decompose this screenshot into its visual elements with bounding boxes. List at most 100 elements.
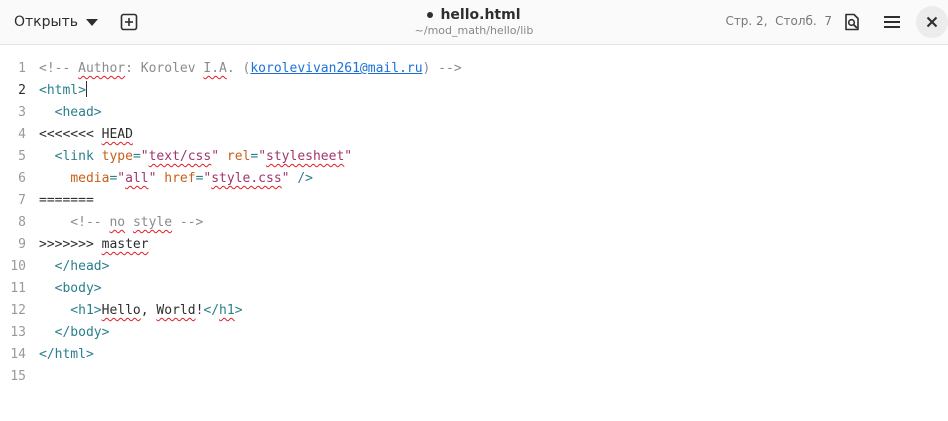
code-line[interactable]: 14 </html>	[0, 344, 948, 366]
code-token: =======	[39, 193, 94, 208]
code-token: "	[281, 171, 298, 186]
text-cursor	[85, 81, 87, 97]
code-token: >	[234, 303, 243, 318]
code-line[interactable]: 11 <body>	[0, 278, 948, 300]
line-code: <body>	[39, 278, 102, 300]
code-token: href	[164, 171, 196, 186]
line-number: 3	[18, 105, 26, 120]
text-editor-window: Открыть hello.html ~/mod_math/hello/lib …	[0, 0, 948, 421]
code-line[interactable]: 7 =======	[0, 190, 948, 212]
line-code: </html>	[39, 344, 94, 366]
code-token: media	[70, 171, 110, 186]
misspelled-word: stylesheet	[266, 149, 345, 164]
line-number: 14	[10, 347, 26, 362]
misspelled-word: style.css	[211, 171, 282, 186]
code-token: <h1>	[39, 303, 102, 318]
code-token: ) -->	[422, 61, 462, 76]
code-token: =	[132, 149, 141, 164]
main-menu-button[interactable]	[876, 6, 908, 38]
misspelled-word: Author	[78, 61, 126, 76]
code-line[interactable]: 5 <link type="text/css" rel="stylesheet"	[0, 146, 948, 168]
close-window-button[interactable]	[916, 6, 948, 38]
code-token: "	[258, 149, 267, 164]
document-title-area: hello.html ~/mod_math/hello/lib	[340, 6, 608, 38]
code-line[interactable]: 9 >>>>>>> master	[0, 234, 948, 256]
code-token: type	[101, 149, 133, 164]
code-token: <link	[39, 149, 102, 164]
misspelled-word: I.A	[203, 61, 227, 76]
line-number: 5	[18, 149, 26, 164]
plus-square-icon	[120, 13, 138, 31]
close-icon	[926, 16, 938, 28]
line-number: 4	[18, 127, 26, 142]
document-path: ~/mod_math/hello/lib	[414, 24, 534, 37]
code-token: <<<<<<<	[39, 127, 102, 142]
line-code: <head>	[39, 102, 102, 124]
misspelled-word: style	[132, 215, 173, 230]
code-line[interactable]: 6 media="all" href="style.css" />	[0, 168, 948, 190]
line-number: 10	[10, 259, 26, 274]
open-button[interactable]: Открыть	[6, 6, 106, 38]
chevron-down-icon	[85, 19, 98, 26]
code-token: </html>	[39, 347, 94, 362]
code-line[interactable]: 10 </head>	[0, 256, 948, 278]
code-editor[interactable]: 1 <!-- Author: Korolev I.A. (korolevivan2…	[0, 46, 948, 421]
unsaved-indicator	[427, 12, 434, 18]
line-code: </head>	[39, 256, 110, 278]
code-line[interactable]: 3 <head>	[0, 102, 948, 124]
code-token: </head>	[39, 259, 110, 274]
open-button-label: Открыть	[14, 14, 78, 30]
hamburger-menu-icon	[884, 16, 900, 28]
header-bar: Открыть hello.html ~/mod_math/hello/lib …	[0, 0, 948, 45]
code-line[interactable]: 15	[0, 366, 948, 388]
code-token: . (	[226, 61, 251, 76]
code-token: -->	[172, 215, 204, 230]
misspelled-word: master	[101, 237, 149, 252]
line-code: >>>>>>> master	[39, 234, 149, 256]
code-token: />	[297, 171, 313, 186]
line-number: 6	[18, 171, 26, 186]
misspelled-word: text/css	[148, 149, 212, 164]
line-code: <!-- no style -->	[39, 212, 203, 234]
line-code: <h1>Hello, World!</h1>	[39, 300, 243, 322]
line-number: 1	[18, 61, 26, 76]
code-line[interactable]: 8 <!-- no style -->	[0, 212, 948, 234]
code-token: : Korolev	[125, 61, 204, 76]
code-token: "	[117, 171, 126, 186]
email-link[interactable]: korolevivan261@mail.ru	[250, 61, 422, 76]
document-title: hello.html	[340, 6, 608, 24]
code-token: <html>	[39, 83, 86, 98]
code-token: rel	[226, 149, 251, 164]
code-token: =	[250, 149, 259, 164]
code-token: >>>>>>>	[39, 237, 102, 252]
search-button[interactable]	[836, 6, 868, 38]
code-token: </	[203, 303, 220, 318]
misspelled-word: no	[109, 215, 126, 230]
misspelled-word: h1	[219, 303, 235, 318]
code-token: "	[211, 149, 227, 164]
line-code: </body>	[39, 322, 110, 344]
line-code: <link type="text/css" rel="stylesheet"	[39, 146, 352, 168]
code-line[interactable]: 12 <h1>Hello, World!</h1>	[0, 300, 948, 322]
document-title-text: hello.html	[440, 7, 521, 23]
code-token: <head>	[39, 105, 102, 120]
code-line[interactable]: 4 <<<<<<< HEAD	[0, 124, 948, 146]
code-token: <body>	[39, 281, 102, 296]
line-code: media="all" href="style.css" />	[39, 168, 313, 190]
search-document-icon	[845, 13, 859, 31]
line-code: =======	[39, 190, 94, 212]
line-number: 12	[10, 303, 26, 318]
line-number: 8	[18, 215, 26, 230]
code-line[interactable]: 2 <html>	[0, 80, 948, 102]
new-tab-button[interactable]	[113, 6, 145, 38]
cursor-position-label[interactable]: Стр. 2, Столб. 7	[716, 14, 832, 28]
line-number: 2	[18, 83, 26, 98]
line-number: 13	[10, 325, 26, 340]
misspelled-word: Hello	[101, 303, 141, 318]
code-token: <!--	[39, 215, 110, 230]
code-line[interactable]: 1 <!-- Author: Korolev I.A. (korolevivan2…	[0, 58, 948, 80]
code-line[interactable]: 13 </body>	[0, 322, 948, 344]
code-token: <!--	[39, 61, 79, 76]
